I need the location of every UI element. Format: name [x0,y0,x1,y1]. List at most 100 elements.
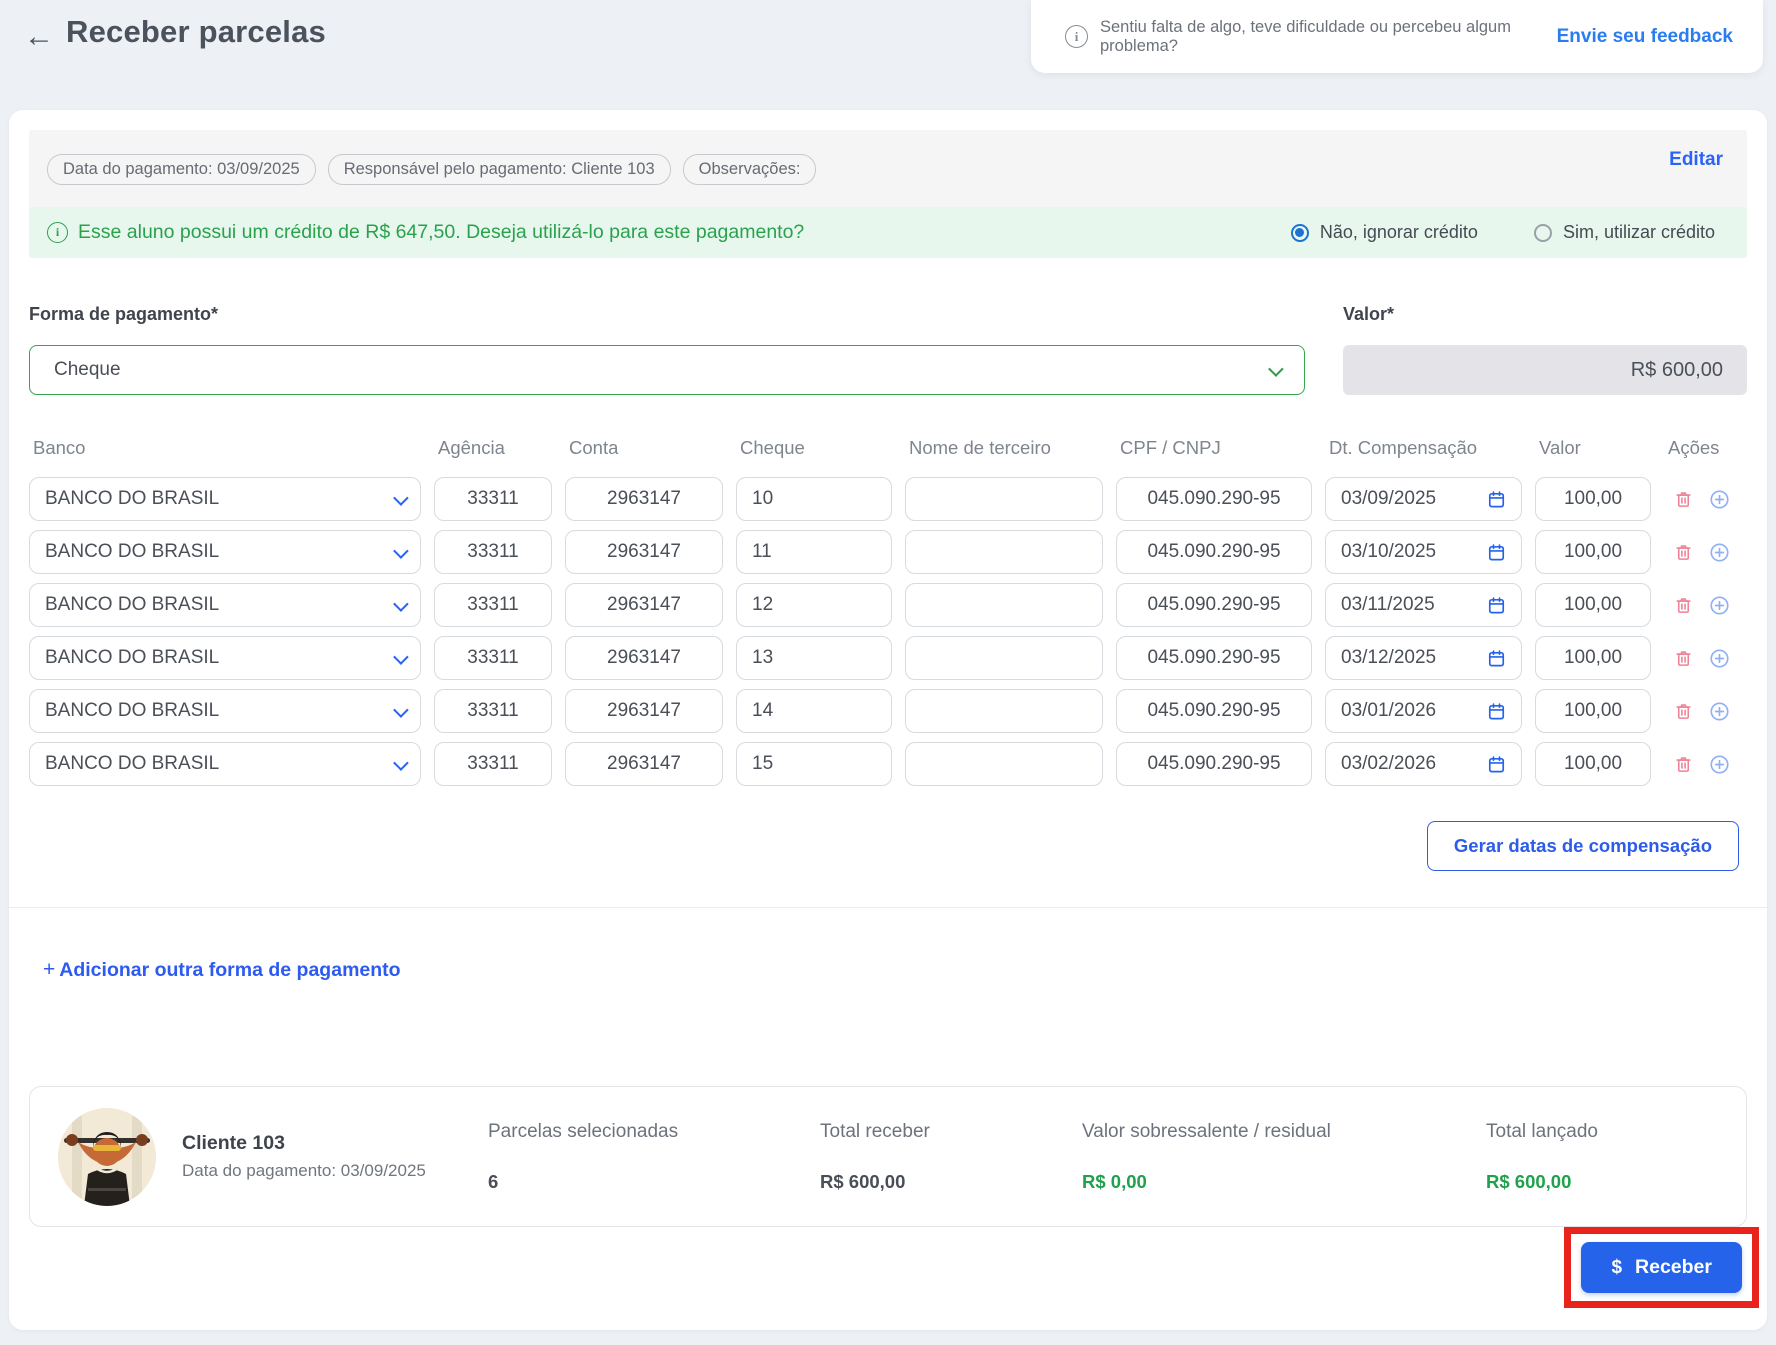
back-arrow-icon[interactable]: ← [24,22,54,52]
bank-select[interactable]: BANCO DO BRASIL [29,530,421,575]
radio-icon[interactable] [1533,223,1552,242]
annotation-highlight-box: $ Receber [1564,1227,1759,1308]
client-avatar [58,1107,156,1206]
add-row-icon[interactable] [1709,595,1730,616]
amount-input[interactable]: R$ 600,00 [1343,345,1747,396]
chevron-down-icon [393,595,409,612]
info-icon: i [1065,25,1088,48]
cpf-cnpj-input[interactable]: 045.090.290-95 [1116,689,1312,734]
amount-input[interactable]: 100,00 [1535,636,1651,681]
edit-link[interactable]: Editar [1669,149,1735,171]
calendar-icon[interactable] [1487,490,1506,509]
check-number-input[interactable]: 11 [736,530,892,575]
table-header-cell: Dt. Compensação [1329,437,1478,459]
generate-dates-button[interactable]: Gerar datas de compensação [1426,821,1739,872]
cpf-cnpj-input[interactable]: 045.090.290-95 [1116,636,1312,681]
calendar-icon[interactable] [1487,596,1506,615]
agency-input[interactable]: 33311 [434,530,552,575]
radio-icon[interactable] [1290,223,1309,242]
clearing-date-input[interactable]: 03/01/2026 [1325,689,1522,734]
bank-select[interactable]: BANCO DO BRASIL [29,689,421,734]
third-party-name-input[interactable] [905,636,1103,681]
agency-input[interactable]: 33311 [434,477,552,522]
third-party-name-input[interactable] [905,742,1103,787]
radio-label: Não, ignorar crédito [1319,222,1478,243]
clearing-date-input[interactable]: 03/12/2025 [1325,636,1522,681]
credit-radio-option[interactable]: Não, ignorar crédito [1290,222,1478,243]
third-party-name-input[interactable] [905,689,1103,734]
clearing-date-input[interactable]: 03/02/2026 [1325,742,1522,787]
check-number-input[interactable]: 15 [736,742,892,787]
calendar-icon[interactable] [1487,755,1506,774]
amount-input[interactable]: 100,00 [1535,583,1651,628]
delete-row-icon[interactable] [1674,542,1693,562]
feedback-banner: i Sentiu falta de algo, teve dificuldade… [1031,0,1763,73]
delete-row-icon[interactable] [1674,595,1693,615]
amount-input[interactable]: 100,00 [1535,689,1651,734]
credit-options: Não, ignorar crédito Sim, utilizar crédi… [1290,222,1729,243]
check-number-input[interactable]: 14 [736,689,892,734]
bank-select[interactable]: BANCO DO BRASIL [29,742,421,787]
calendar-icon[interactable] [1487,702,1506,721]
bank-select[interactable]: BANCO DO BRASIL [29,636,421,681]
receive-button[interactable]: $ Receber [1581,1242,1742,1293]
calendar-icon[interactable] [1487,649,1506,668]
stat-value: R$ 0,00 [1082,1170,1147,1192]
calendar-icon[interactable] [1487,543,1506,562]
add-row-icon[interactable] [1709,701,1730,722]
bank-select-value: BANCO DO BRASIL [45,488,220,510]
third-party-name-input[interactable] [905,583,1103,628]
radio-label: Sim, utilizar crédito [1562,222,1715,243]
cpf-cnpj-input[interactable]: 045.090.290-95 [1116,477,1312,522]
add-payment-section: + Adicionar outra forma de pagamento [9,907,1767,982]
credit-banner: i Esse aluno possui um crédito de R$ 647… [29,207,1747,259]
delete-row-icon[interactable] [1674,489,1693,509]
amount-input[interactable]: 100,00 [1535,530,1651,575]
payment-card: Data do pagamento: 03/09/2025 Responsáve… [9,110,1767,1330]
amount-field: Valor* R$ 600,00 [1343,304,1747,396]
bank-select[interactable]: BANCO DO BRASIL [29,583,421,628]
account-input[interactable]: 2963147 [565,742,723,787]
table-row: BANCO DO BRASIL 33311 2963147 15 045.090… [29,742,1747,787]
check-number-input[interactable]: 13 [736,636,892,681]
account-input[interactable]: 2963147 [565,689,723,734]
delete-row-icon[interactable] [1674,701,1693,721]
agency-input[interactable]: 33311 [434,689,552,734]
credit-radio-option[interactable]: Sim, utilizar crédito [1533,222,1715,243]
agency-input[interactable]: 33311 [434,742,552,787]
amount-input[interactable]: 100,00 [1535,742,1651,787]
account-input[interactable]: 2963147 [565,477,723,522]
clearing-date-input[interactable]: 03/11/2025 [1325,583,1522,628]
agency-input[interactable]: 33311 [434,636,552,681]
cpf-cnpj-input[interactable]: 045.090.290-95 [1116,530,1312,575]
clearing-date-input[interactable]: 03/09/2025 [1325,477,1522,522]
check-number-input[interactable]: 12 [736,583,892,628]
add-row-icon[interactable] [1709,648,1730,669]
chevron-down-icon [393,542,409,559]
table-header-cell: CPF / CNPJ [1120,437,1221,459]
payment-method-select[interactable]: Cheque [29,345,1305,396]
third-party-name-input[interactable] [905,530,1103,575]
cpf-cnpj-input[interactable]: 045.090.290-95 [1116,742,1312,787]
bank-select-value: BANCO DO BRASIL [45,647,220,669]
chevron-down-icon [393,648,409,665]
third-party-name-input[interactable] [905,477,1103,522]
delete-row-icon[interactable] [1674,754,1693,774]
add-payment-link[interactable]: + Adicionar outra forma de pagamento [43,958,401,982]
delete-row-icon[interactable] [1674,648,1693,668]
amount-input[interactable]: 100,00 [1535,477,1651,522]
account-input[interactable]: 2963147 [565,636,723,681]
agency-input[interactable]: 33311 [434,583,552,628]
send-feedback-link[interactable]: Envie seu feedback [1557,26,1733,48]
account-input[interactable]: 2963147 [565,583,723,628]
cpf-cnpj-input[interactable]: 045.090.290-95 [1116,583,1312,628]
add-row-icon[interactable] [1709,542,1730,563]
table-row: BANCO DO BRASIL 33311 2963147 10 045.090… [29,477,1747,522]
account-input[interactable]: 2963147 [565,530,723,575]
add-row-icon[interactable] [1709,754,1730,775]
check-number-input[interactable]: 10 [736,477,892,522]
bank-select[interactable]: BANCO DO BRASIL [29,477,421,522]
table-row: BANCO DO BRASIL 33311 2963147 13 045.090… [29,636,1747,681]
add-row-icon[interactable] [1709,489,1730,510]
clearing-date-input[interactable]: 03/10/2025 [1325,530,1522,575]
